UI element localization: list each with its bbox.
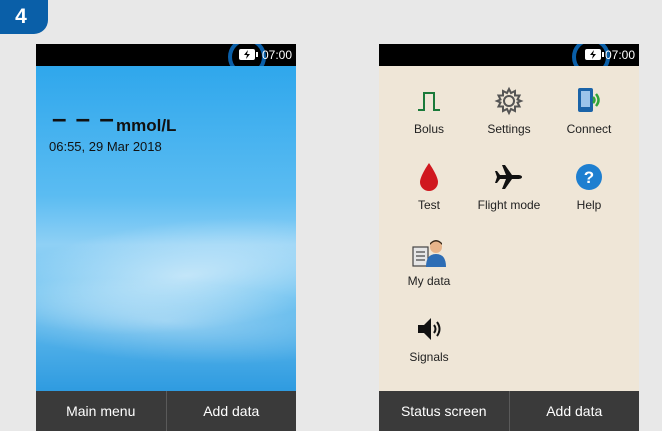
bolus-icon — [411, 84, 447, 118]
status-bar: 07:00 — [36, 44, 296, 76]
menu-item-test[interactable]: Test — [389, 160, 469, 230]
menu-item-bolus[interactable]: Bolus — [389, 84, 469, 154]
status-time: 07:00 — [261, 48, 292, 62]
add-data-button[interactable]: Add data — [508, 391, 640, 431]
airplane-icon — [491, 160, 527, 194]
glucose-reading-unit: mmol/L — [116, 116, 177, 135]
status-screen: – – – mmol/L 06:55, 29 Mar 2018 — [36, 66, 296, 391]
step-badge: 4 — [0, 0, 48, 34]
main-menu-button[interactable]: Main menu — [36, 391, 166, 431]
bottom-bar: Main menu Add data — [36, 391, 296, 431]
menu-item-flight-mode[interactable]: Flight mode — [469, 160, 549, 230]
status-bar: 07:00 — [379, 44, 639, 76]
status-screen-device: 07:00 – – – mmol/L 06:55, 29 Mar 2018 Ma… — [36, 44, 296, 431]
blood-drop-icon — [411, 160, 447, 194]
glucose-reading-value: – – – — [52, 103, 115, 133]
menu-item-help[interactable]: ? Help — [549, 160, 629, 230]
gear-icon — [491, 84, 527, 118]
main-menu: Bolus Settings Connect Test Flight mode … — [379, 66, 639, 391]
svg-text:?: ? — [584, 168, 594, 187]
menu-item-signals[interactable]: Signals — [389, 312, 469, 382]
help-icon: ? — [571, 160, 607, 194]
speaker-icon — [411, 312, 447, 346]
menu-item-connect[interactable]: Connect — [549, 84, 629, 154]
connect-icon — [571, 84, 607, 118]
bottom-bar: Status screen Add data — [379, 391, 639, 431]
main-menu-device: 07:00 Bolus Settings Connect Test Flight… — [379, 44, 639, 431]
my-data-icon — [411, 236, 447, 270]
add-data-button[interactable]: Add data — [165, 391, 297, 431]
menu-item-my-data[interactable]: My data — [389, 236, 469, 306]
status-screen-button[interactable]: Status screen — [379, 391, 509, 431]
menu-item-settings[interactable]: Settings — [469, 84, 549, 154]
reading-datetime: 06:55, 29 Mar 2018 — [49, 139, 162, 154]
status-time: 07:00 — [604, 48, 635, 62]
